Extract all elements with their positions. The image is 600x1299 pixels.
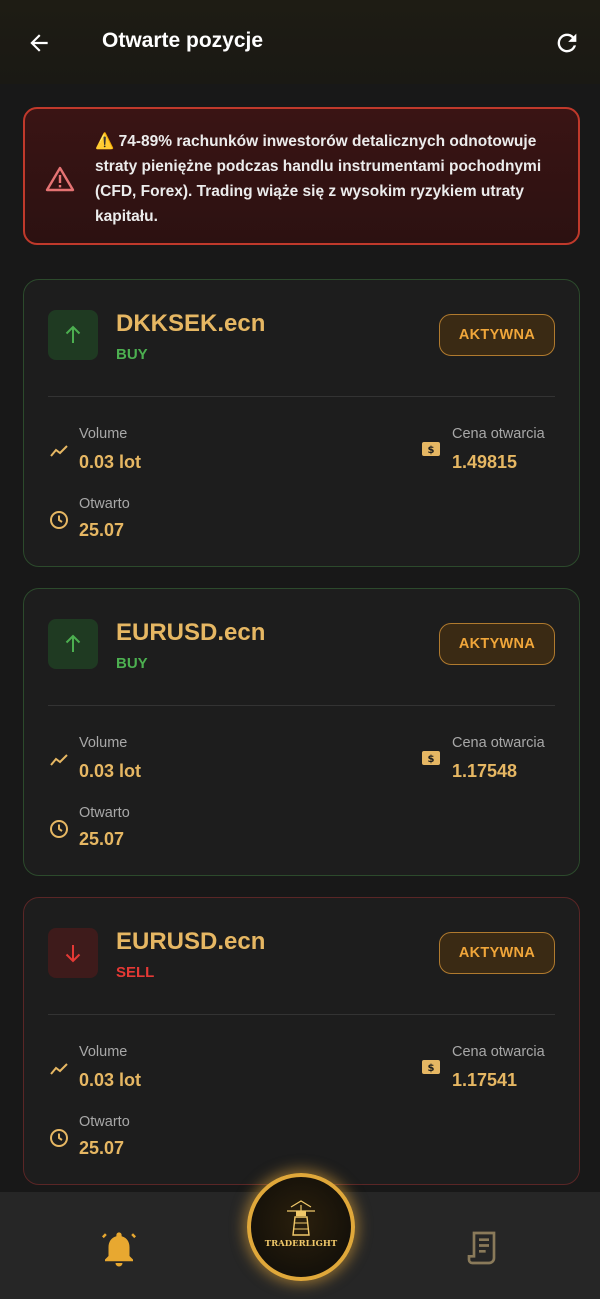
opened-value: 25.07 bbox=[79, 829, 125, 849]
open-price-value: 1.17548 bbox=[452, 761, 518, 781]
open-price-label: Cena otwarcia bbox=[452, 1044, 545, 1060]
trending-up-icon bbox=[50, 754, 68, 766]
divider bbox=[48, 396, 555, 397]
risk-warning-banner: ⚠️ 74-89% rachunków inwestorów detaliczn… bbox=[23, 107, 580, 245]
volume-label: Volume bbox=[79, 735, 128, 751]
notes-icon bbox=[467, 1231, 496, 1265]
status-badge: AKTYWNA bbox=[439, 623, 555, 665]
page-title: Otwarte pozycje bbox=[102, 29, 264, 52]
status-badge: AKTYWNA bbox=[439, 314, 555, 356]
traderlight-logo-button[interactable]: TRADERLIGHT bbox=[247, 1173, 355, 1281]
opened-label: Otwarto bbox=[79, 496, 130, 512]
position-symbol: EURUSD.ecn bbox=[116, 928, 266, 955]
open-price-value: 1.49815 bbox=[452, 452, 518, 472]
divider bbox=[48, 1014, 555, 1015]
clock-icon bbox=[50, 511, 68, 529]
opened-label: Otwarto bbox=[79, 805, 130, 821]
direction-badge bbox=[48, 928, 98, 978]
logo-wordmark: TRADERLIGHT bbox=[264, 1239, 338, 1249]
position-card[interactable]: EURUSD.ecn SELL AKTYWNA Volume 0.03 lot … bbox=[23, 897, 580, 1185]
volume-label: Volume bbox=[79, 426, 128, 442]
volume-value: 0.03 lot bbox=[79, 761, 142, 781]
trending-up-icon bbox=[50, 1063, 68, 1075]
opened-label: Otwarto bbox=[79, 1114, 130, 1130]
arrow-up-icon bbox=[65, 634, 81, 652]
volume-value: 0.03 lot bbox=[79, 1070, 142, 1090]
money-icon: $ bbox=[422, 751, 440, 765]
arrow-left-icon bbox=[30, 34, 48, 52]
money-icon: $ bbox=[422, 442, 440, 456]
notifications-button[interactable] bbox=[98, 1228, 140, 1270]
risk-warning-text: ⚠️ 74-89% rachunków inwestorów detaliczn… bbox=[95, 133, 542, 225]
open-price-label: Cena otwarcia bbox=[452, 426, 545, 442]
svg-text:$: $ bbox=[428, 445, 435, 456]
money-icon: $ bbox=[422, 1060, 440, 1074]
volume-value: 0.03 lot bbox=[79, 452, 142, 472]
position-symbol: EURUSD.ecn bbox=[116, 619, 266, 646]
open-price-label: Cena otwarcia bbox=[452, 735, 545, 751]
clock-icon bbox=[50, 820, 68, 838]
volume-label: Volume bbox=[79, 1044, 128, 1060]
history-button[interactable] bbox=[464, 1228, 506, 1270]
position-side: SELL bbox=[116, 964, 155, 981]
opened-value: 25.07 bbox=[79, 1138, 125, 1158]
arrow-up-icon bbox=[65, 325, 81, 343]
lighthouse-icon bbox=[287, 1200, 315, 1236]
status-badge: AKTYWNA bbox=[439, 932, 555, 974]
position-side: BUY bbox=[116, 346, 148, 363]
trending-up-icon bbox=[50, 445, 68, 457]
refresh-icon bbox=[557, 33, 577, 53]
open-price-value: 1.17541 bbox=[452, 1070, 518, 1090]
position-card[interactable]: DKKSEK.ecn BUY AKTYWNA Volume 0.03 lot O… bbox=[23, 279, 580, 567]
clock-icon bbox=[50, 1129, 68, 1147]
svg-text:$: $ bbox=[428, 1063, 435, 1074]
direction-badge bbox=[48, 619, 98, 669]
divider bbox=[48, 705, 555, 706]
position-symbol: DKKSEK.ecn bbox=[116, 310, 266, 337]
direction-badge bbox=[48, 310, 98, 360]
app-bar: Otwarte pozycje bbox=[0, 0, 600, 84]
arrow-down-icon bbox=[65, 945, 81, 963]
back-button[interactable] bbox=[24, 28, 54, 58]
svg-text:$: $ bbox=[428, 754, 435, 765]
bell-icon bbox=[102, 1232, 136, 1267]
position-card[interactable]: EURUSD.ecn BUY AKTYWNA Volume 0.03 lot O… bbox=[23, 588, 580, 876]
warning-triangle-icon bbox=[45, 166, 75, 192]
position-side: BUY bbox=[116, 655, 148, 672]
refresh-button[interactable] bbox=[552, 28, 582, 58]
opened-value: 25.07 bbox=[79, 520, 125, 540]
